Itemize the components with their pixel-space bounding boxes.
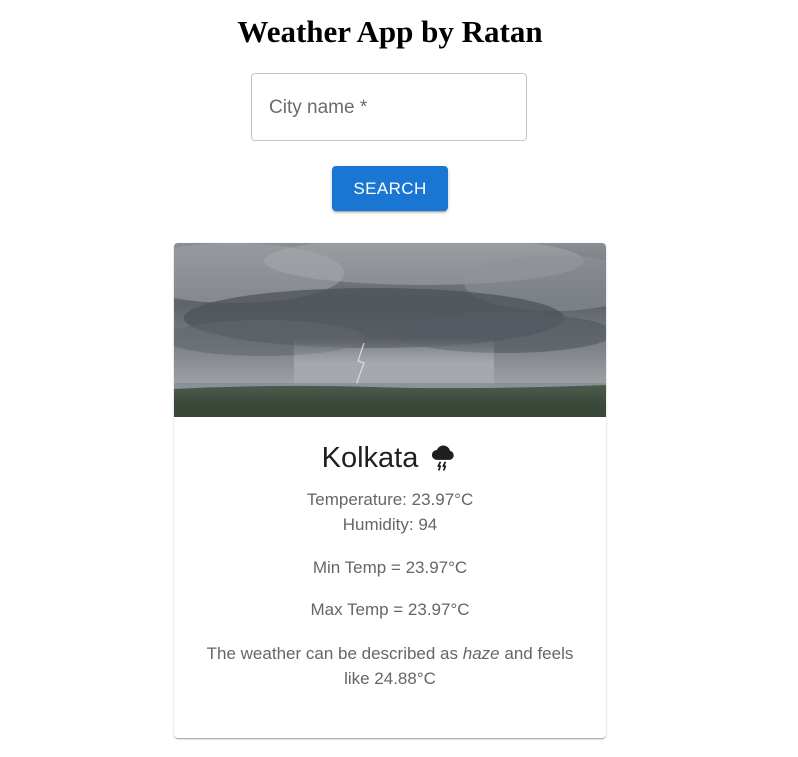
- weather-image: [174, 243, 606, 417]
- temperature-text: Temperature: 23.97°C: [306, 490, 474, 509]
- max-temp-text: Max Temp = 23.97°C: [310, 600, 470, 619]
- city-name-input[interactable]: [252, 74, 526, 140]
- weather-description: The weather can be described as haze and…: [194, 641, 586, 691]
- city-name: Kolkata: [321, 441, 419, 474]
- app-title: Weather App by Ratan: [237, 14, 543, 49]
- city-heading: Kolkata: [174, 441, 606, 475]
- search-button[interactable]: Search: [332, 166, 448, 211]
- min-temp-text: Min Temp = 23.97°C: [312, 558, 468, 577]
- weather-condition: haze: [462, 644, 500, 663]
- thunderstorm-cloud-icon: [432, 445, 455, 471]
- city-name-field[interactable]: City name *: [251, 73, 527, 141]
- description-prefix: The weather can be described as: [206, 644, 459, 663]
- humidity-text: Humidity: 94: [342, 515, 438, 534]
- weather-card: Kolkata Temperature: 23.97°C Humidity: 9…: [174, 243, 606, 738]
